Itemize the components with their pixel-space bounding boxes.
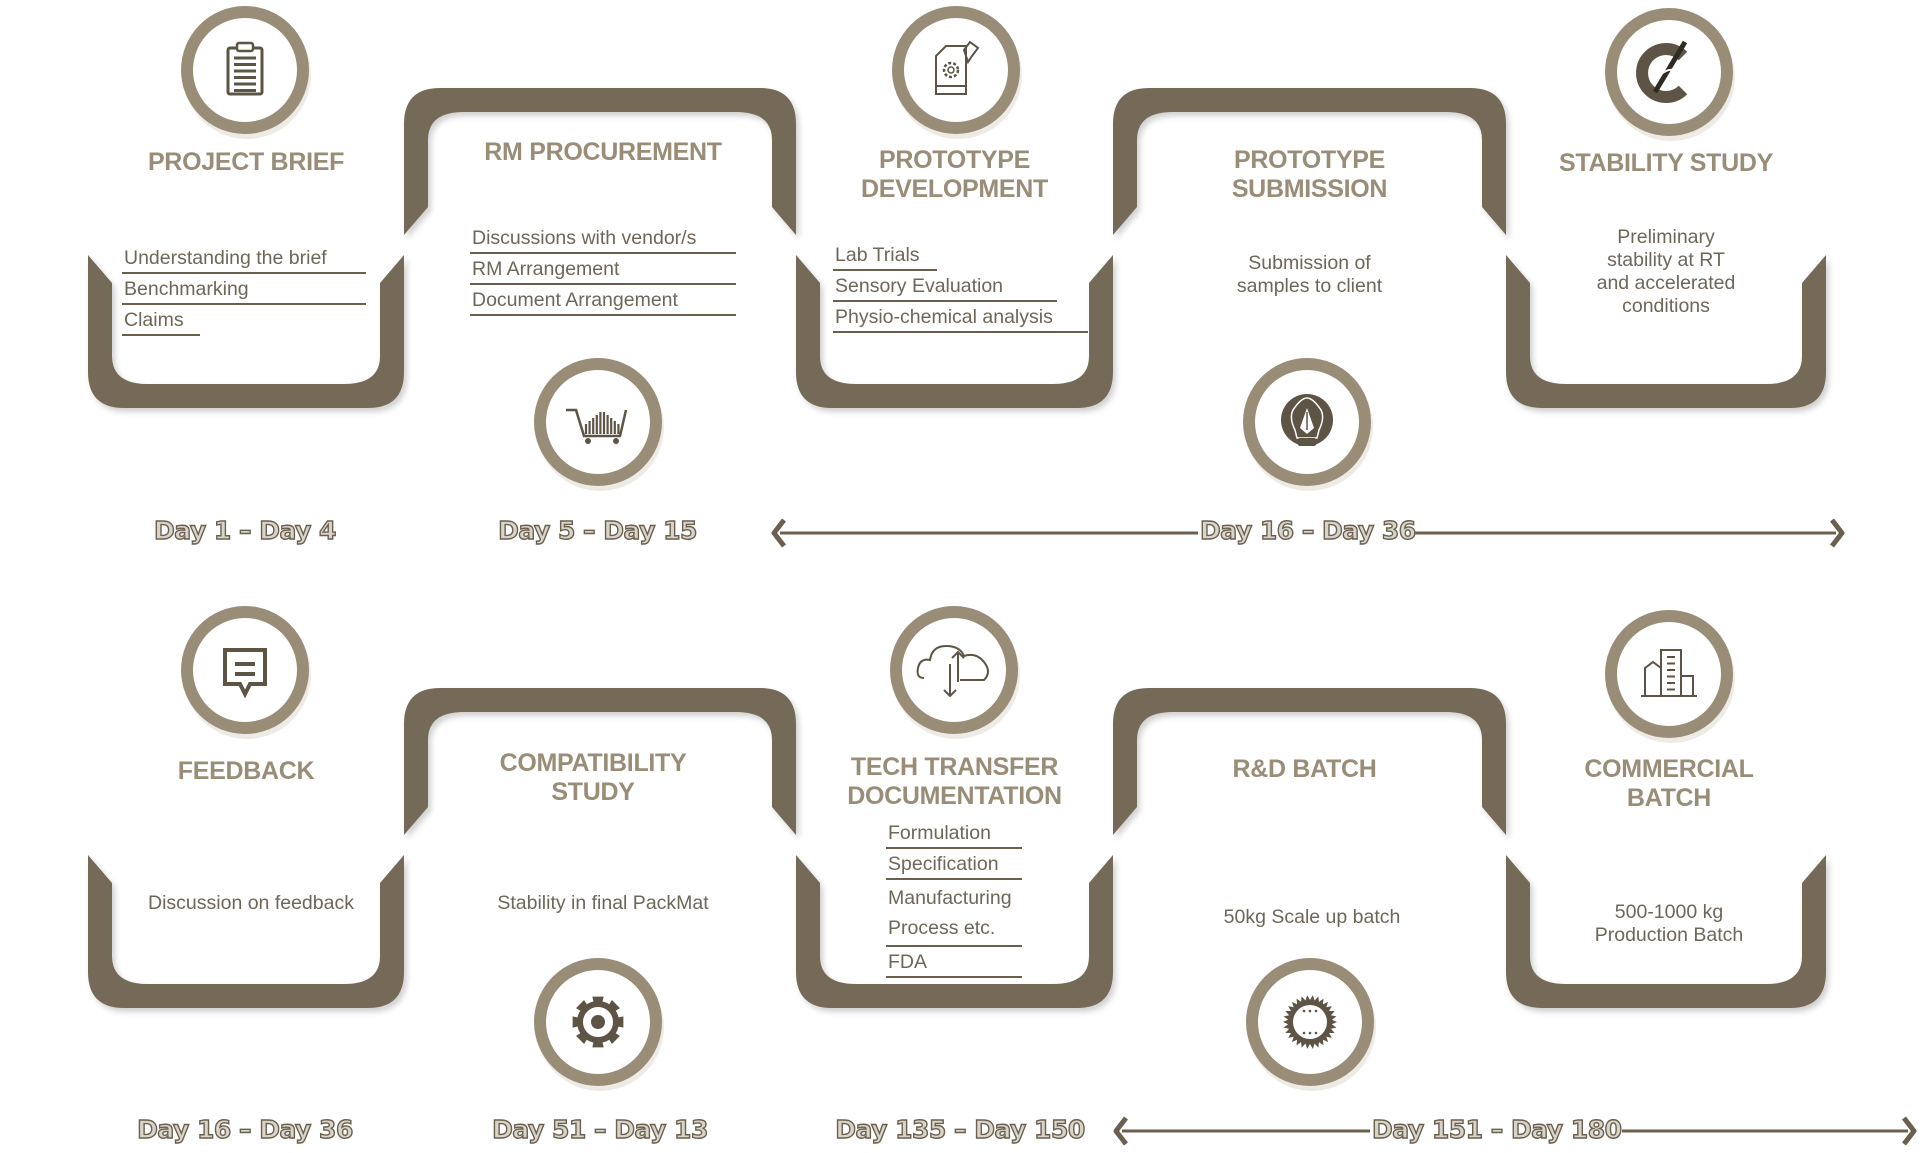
stage-icon-badge: [1246, 958, 1376, 1091]
stage-icon-badge: [181, 606, 311, 739]
stage-icon-badge: [1605, 610, 1735, 743]
lightbulb-pen-icon: [1281, 394, 1333, 446]
stage-icon-badge: [534, 958, 664, 1091]
seal-star: [1308, 1009, 1312, 1013]
seal-star: [1314, 1009, 1318, 1013]
list-item: Lab Trials: [833, 243, 937, 271]
bulb-base: [1298, 438, 1316, 446]
title-line: STUDY: [551, 778, 635, 806]
stage-description: Discussion on feedback: [108, 892, 394, 915]
list-item: Manufacturing Process etc.: [886, 883, 1022, 947]
badge-inner: [193, 618, 297, 722]
list-item: RM Arrangement: [470, 257, 736, 285]
title-line: PROTOTYPE: [1233, 146, 1386, 174]
stage-title: RM PROCUREMENT: [484, 138, 722, 166]
day-range-label: Day 151 – Day 180: [1371, 1114, 1622, 1144]
desc-line: samples to client: [1236, 275, 1383, 297]
gear-icon: [572, 996, 624, 1048]
list-item: Formulation: [886, 821, 1022, 849]
list-item: Document Arrangement: [470, 288, 736, 316]
stage-item-list: Lab Trials Sensory Evaluation Physio-che…: [833, 243, 1088, 336]
stage-description: 50kg Scale up batch: [1137, 906, 1487, 929]
seal-star: [1308, 1031, 1312, 1035]
stage-icon-badge: [534, 358, 664, 491]
gear-hub: [591, 1015, 605, 1029]
day-range-label: Day 135 – Day 150: [835, 1114, 1086, 1144]
desc-line: Preliminary: [1617, 226, 1715, 248]
seal-star: [1314, 1031, 1318, 1035]
cart-wheel: [613, 438, 619, 444]
stage-icon-badge: [181, 6, 311, 139]
stage-title: R&D BATCH: [1232, 755, 1377, 783]
stage-title: TECH TRANSFER DOCUMENTATION: [796, 753, 1113, 811]
desc-line: Submission of: [1248, 252, 1371, 274]
seal-star: [1302, 1031, 1306, 1035]
stage-description: 500-1000 kg Production Batch: [1506, 901, 1832, 947]
stage-icon-badge: [1243, 358, 1373, 491]
day-range-label: Day 51 – Day 13: [491, 1114, 709, 1144]
cart-wheel: [585, 438, 591, 444]
title-line: COMPATIBILITY: [499, 749, 687, 777]
list-item: Benchmarking: [122, 277, 366, 305]
badge-inner: [546, 370, 650, 474]
stage-icon-badge: [890, 606, 1020, 739]
stage-title: COMPATIBILITY STUDY: [428, 749, 758, 807]
list-item: Understanding the brief: [122, 246, 366, 274]
list-item: Sensory Evaluation: [833, 274, 1057, 302]
stage-title: STABILITY STUDY: [1558, 149, 1774, 177]
title-line: BATCH: [1626, 784, 1712, 812]
stage-title: PROTOTYPE DEVELOPMENT: [796, 146, 1113, 204]
list-item: Physio-chemical analysis: [833, 305, 1088, 333]
stage-description: Preliminary stability at RT and accelera…: [1506, 226, 1826, 318]
title-line: DEVELOPMENT: [861, 175, 1048, 203]
day-range-label: Day 5 – Day 15: [497, 515, 698, 545]
title-line: COMMERCIAL: [1584, 755, 1754, 783]
day-range-label: Day 16 – Day 36: [136, 1114, 354, 1144]
stage-item-list: Discussions with vendor/s RM Arrangement…: [470, 226, 736, 319]
stage-description: Submission of samples to client: [1137, 252, 1482, 298]
stage-title: PROJECT BRIEF: [147, 148, 345, 176]
list-item: Claims: [122, 308, 200, 336]
desc-line: 500-1000 kg: [1614, 901, 1724, 923]
stage-title: FEEDBACK: [177, 757, 315, 785]
track-segment-down: [88, 855, 404, 1008]
list-item: Discussions with vendor/s: [470, 226, 736, 254]
seal-star: [1302, 1009, 1306, 1013]
title-line: SUBMISSION: [1231, 175, 1388, 203]
stage-icon-badge: [1605, 8, 1735, 141]
stage-item-list: Formulation Specification Manufacturing …: [886, 821, 1022, 981]
list-item: Specification: [886, 852, 1022, 880]
desc-line: Production Batch: [1594, 924, 1744, 946]
title-line: DOCUMENTATION: [847, 782, 1062, 810]
stage-title: PROTOTYPE SUBMISSION: [1137, 146, 1482, 204]
day-range-label: Day 16 – Day 36: [1199, 515, 1417, 545]
stage-title: COMMERCIAL BATCH: [1506, 755, 1832, 813]
desc-line: conditions: [1622, 295, 1710, 317]
desc-line: Discussion on feedback: [148, 892, 354, 914]
list-item: FDA: [886, 950, 1022, 978]
desc-line: stability at RT: [1607, 249, 1725, 271]
desc-line: 50kg Scale up batch: [1223, 906, 1401, 928]
stage-description: Stability in final PackMat: [428, 892, 778, 915]
clipboard-clip: [235, 41, 255, 53]
desc-line: and accelerated: [1596, 272, 1736, 294]
desc-line: Stability in final PackMat: [497, 892, 709, 914]
badge-inner: [904, 18, 1008, 122]
stage-icon-badge: [892, 6, 1022, 139]
badge-inner: [1617, 622, 1721, 726]
day-range-label: Day 1 – Day 4: [153, 515, 337, 545]
stage-item-list: Understanding the brief Benchmarking Cla…: [122, 246, 366, 339]
title-line: TECH TRANSFER: [850, 753, 1059, 781]
title-line: PROTOTYPE: [878, 146, 1031, 174]
